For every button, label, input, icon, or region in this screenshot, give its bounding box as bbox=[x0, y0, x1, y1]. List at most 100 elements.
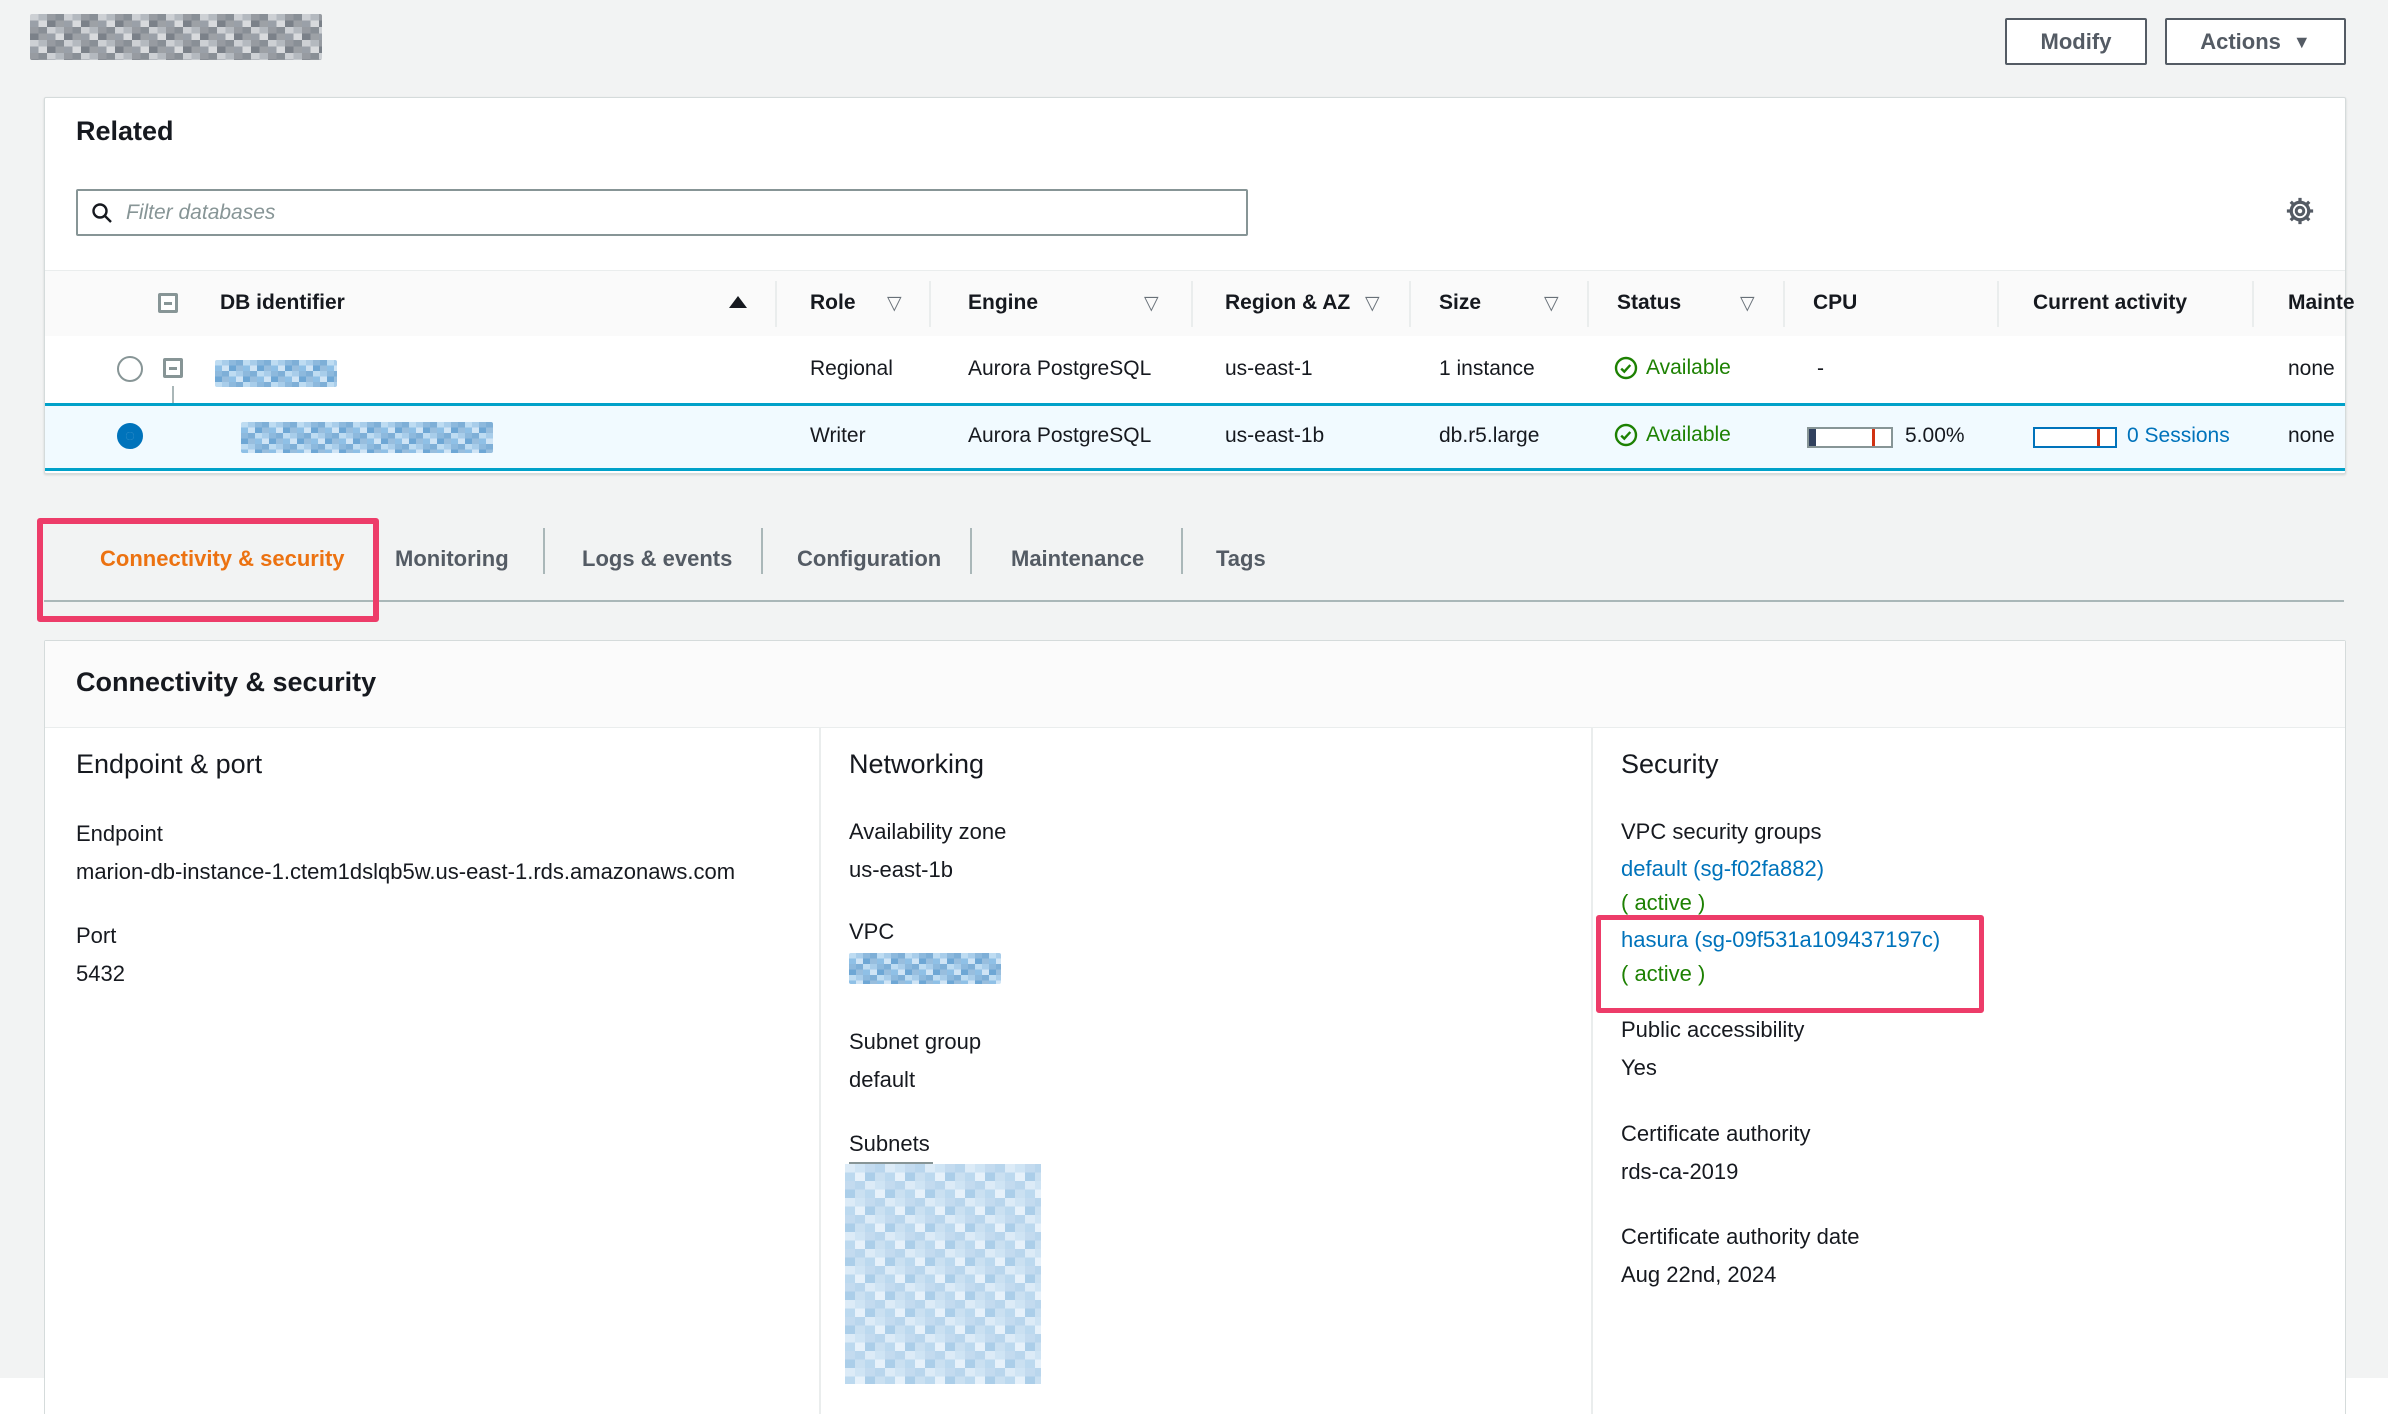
column-divider bbox=[1587, 281, 1589, 327]
cell-maintenance: none bbox=[2288, 424, 2335, 448]
networking-heading: Networking bbox=[849, 749, 984, 780]
column-divider bbox=[819, 727, 821, 1414]
filter-icon[interactable]: ▽ bbox=[1365, 292, 1380, 315]
actions-dropdown-button[interactable]: Actions ▼ bbox=[2165, 18, 2346, 65]
certificate-authority-date-value: Aug 22nd, 2024 bbox=[1621, 1262, 1776, 1288]
row-radio-writer-selected[interactable] bbox=[117, 423, 143, 449]
column-header-region-az[interactable]: Region & AZ bbox=[1225, 291, 1350, 315]
column-divider bbox=[1997, 281, 1999, 327]
column-header-cpu[interactable]: CPU bbox=[1813, 291, 1857, 315]
check-circle-icon bbox=[1614, 356, 1638, 380]
filter-icon[interactable]: ▽ bbox=[1544, 292, 1559, 315]
sessions-meter bbox=[2033, 427, 2117, 448]
column-divider bbox=[1783, 281, 1785, 327]
column-divider bbox=[1409, 281, 1411, 327]
column-header-current-activity[interactable]: Current activity bbox=[2033, 291, 2187, 315]
tab-maintenance[interactable]: Maintenance bbox=[1011, 546, 1144, 572]
sessions-link[interactable]: 0 Sessions bbox=[2127, 424, 2230, 448]
cell-engine: Aurora PostgreSQL bbox=[968, 424, 1151, 448]
endpoint-port-heading: Endpoint & port bbox=[76, 749, 262, 780]
actions-button-label: Actions bbox=[2200, 29, 2281, 55]
filter-icon[interactable]: ▽ bbox=[887, 292, 902, 315]
search-icon bbox=[90, 201, 114, 225]
vpc-security-groups-label: VPC security groups bbox=[1621, 819, 1822, 845]
table-settings-button[interactable] bbox=[2285, 196, 2317, 228]
related-databases-card: Related DB identifier bbox=[44, 97, 2346, 474]
related-card-title: Related bbox=[76, 116, 174, 147]
certificate-authority-date-label: Certificate authority date bbox=[1621, 1224, 1859, 1250]
column-header-status[interactable]: Status bbox=[1617, 291, 1681, 315]
column-divider bbox=[929, 281, 931, 327]
cell-region-az: us-east-1 bbox=[1225, 357, 1313, 381]
subnets-label: Subnets bbox=[849, 1131, 930, 1157]
security-heading: Security bbox=[1621, 749, 1719, 780]
filter-databases-searchbox[interactable] bbox=[76, 189, 1248, 236]
redacted-vpc-link[interactable] bbox=[849, 953, 1001, 984]
availability-zone-label: Availability zone bbox=[849, 819, 1006, 845]
filter-icon[interactable]: ▽ bbox=[1144, 292, 1159, 315]
subnet-group-value: default bbox=[849, 1067, 915, 1093]
cell-size: 1 instance bbox=[1439, 357, 1535, 381]
cell-region-az: us-east-1b bbox=[1225, 424, 1324, 448]
cell-engine: Aurora PostgreSQL bbox=[968, 357, 1151, 381]
tab-monitoring[interactable]: Monitoring bbox=[395, 546, 509, 572]
redacted-instance-name-link[interactable] bbox=[241, 422, 493, 453]
column-header-engine[interactable]: Engine bbox=[968, 291, 1038, 315]
rds-console-page: Modify Actions ▼ Related bbox=[0, 0, 2388, 1414]
check-circle-icon bbox=[1614, 423, 1638, 447]
column-divider bbox=[1591, 727, 1593, 1414]
tab-bar-divider bbox=[44, 600, 2344, 602]
cell-cpu: - bbox=[1817, 357, 1824, 381]
vpc-label: VPC bbox=[849, 919, 894, 945]
public-accessibility-label: Public accessibility bbox=[1621, 1017, 1804, 1043]
connectivity-security-panel: Connectivity & security Endpoint & port … bbox=[44, 640, 2346, 1414]
sessions-meter-threshold-tick bbox=[2097, 429, 2100, 446]
cpu-meter bbox=[1807, 427, 1893, 448]
column-divider bbox=[2252, 281, 2254, 327]
cell-maintenance: none bbox=[2288, 357, 2335, 381]
certificate-authority-value: rds-ca-2019 bbox=[1621, 1159, 1738, 1185]
tab-divider bbox=[1181, 528, 1183, 574]
column-header-size[interactable]: Size bbox=[1439, 291, 1481, 315]
column-header-role[interactable]: Role bbox=[810, 291, 856, 315]
table-row-writer-instance[interactable]: Writer Aurora PostgreSQL us-east-1b db.r… bbox=[45, 403, 2345, 471]
availability-zone-value: us-east-1b bbox=[849, 857, 953, 883]
chevron-down-icon: ▼ bbox=[2293, 33, 2311, 51]
status-badge: Available bbox=[1614, 356, 1731, 380]
column-divider bbox=[1191, 281, 1193, 327]
column-header-maintenance[interactable]: Mainte bbox=[2288, 291, 2355, 315]
security-group-default-link[interactable]: default (sg-f02fa882) bbox=[1621, 856, 1824, 882]
tab-divider bbox=[761, 528, 763, 574]
tab-configuration[interactable]: Configuration bbox=[797, 546, 941, 572]
search-input[interactable] bbox=[124, 200, 1234, 226]
status-badge: Available bbox=[1614, 423, 1731, 447]
sort-ascending-icon[interactable] bbox=[729, 296, 747, 308]
status-text: Available bbox=[1646, 356, 1731, 380]
certificate-authority-label: Certificate authority bbox=[1621, 1121, 1811, 1147]
cell-cpu-percent: 5.00% bbox=[1905, 424, 1965, 448]
expand-toggle-icon[interactable] bbox=[163, 358, 183, 378]
endpoint-label: Endpoint bbox=[76, 821, 163, 847]
tab-divider bbox=[543, 528, 545, 574]
port-label: Port bbox=[76, 923, 116, 949]
modify-button[interactable]: Modify bbox=[2005, 18, 2147, 65]
redacted-subnet-links[interactable] bbox=[845, 1164, 1041, 1384]
select-all-checkbox[interactable] bbox=[158, 293, 178, 313]
column-divider bbox=[775, 281, 777, 327]
table-row-cluster[interactable]: Regional Aurora PostgreSQL us-east-1 1 i… bbox=[45, 336, 2345, 403]
tab-tags[interactable]: Tags bbox=[1216, 546, 1266, 572]
column-header-db-identifier[interactable]: DB identifier bbox=[220, 291, 345, 315]
annotation-box-hasura-sg bbox=[1596, 915, 1984, 1013]
redacted-page-title bbox=[30, 14, 322, 60]
public-accessibility-value: Yes bbox=[1621, 1055, 1657, 1081]
subnet-group-label: Subnet group bbox=[849, 1029, 981, 1055]
panel-header: Connectivity & security bbox=[45, 641, 2345, 728]
status-text: Available bbox=[1646, 423, 1731, 447]
cell-size: db.r5.large bbox=[1439, 424, 1539, 448]
gear-icon bbox=[2285, 196, 2315, 226]
filter-icon[interactable]: ▽ bbox=[1740, 292, 1755, 315]
row-radio-cluster[interactable] bbox=[117, 356, 143, 382]
redacted-cluster-name-link[interactable] bbox=[215, 360, 337, 387]
port-value: 5432 bbox=[76, 961, 125, 987]
tab-logs-events[interactable]: Logs & events bbox=[582, 546, 732, 572]
